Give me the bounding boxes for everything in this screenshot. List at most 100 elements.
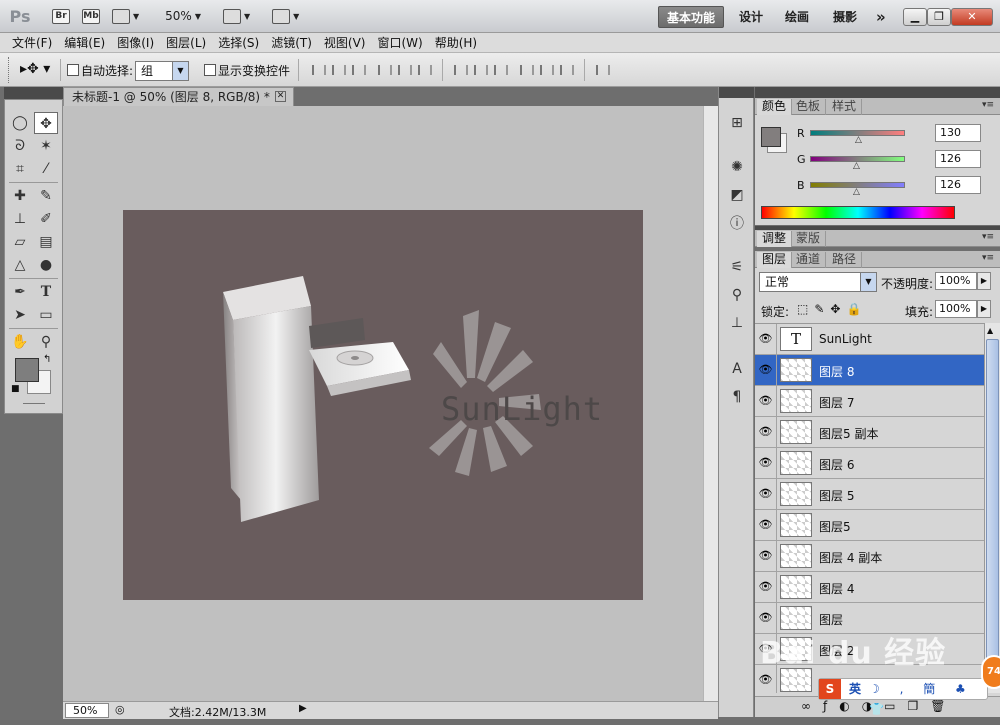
move-tool-preset-icon[interactable]: ▸✥ ▾ bbox=[20, 61, 50, 77]
ime-language-label[interactable]: 英 bbox=[849, 679, 861, 699]
panel-menu-icon[interactable]: ▾≡ bbox=[982, 253, 994, 263]
chevron-down-icon[interactable]: ▼ bbox=[133, 12, 139, 21]
distribute-hcenter-icon[interactable] bbox=[540, 65, 554, 75]
ime-toolbar[interactable]: S 英 ☽ , 簡 ♣ 👕 bbox=[818, 678, 988, 716]
document-tab[interactable]: 未标题-1 @ 50% (图层 8, RGB/8) * ✕ bbox=[63, 87, 294, 106]
menu-file[interactable]: 文件(F) bbox=[12, 34, 52, 51]
blur-tool-icon[interactable]: △ bbox=[8, 254, 32, 276]
visibility-eye-icon[interactable]: 👁 bbox=[755, 355, 777, 385]
crop-tool-icon[interactable]: ⌗ bbox=[8, 158, 32, 180]
menu-help[interactable]: 帮助(H) bbox=[435, 34, 477, 51]
visibility-eye-icon[interactable]: 👁 bbox=[755, 572, 777, 602]
layer-row[interactable]: 👁 T SunLight bbox=[755, 324, 984, 355]
zoom-tool-icon[interactable]: ⚲ bbox=[34, 331, 58, 353]
document-canvas[interactable]: SunLight bbox=[123, 210, 643, 600]
menu-view[interactable]: 视图(V) bbox=[324, 34, 366, 51]
workspace-design[interactable]: 设计 bbox=[731, 6, 771, 28]
visibility-eye-icon[interactable]: 👁 bbox=[755, 324, 777, 354]
minimize-button[interactable]: ▁ bbox=[903, 8, 927, 26]
zoom-level[interactable]: 50% bbox=[165, 9, 192, 23]
foreground-color-swatch[interactable] bbox=[15, 358, 39, 382]
visibility-eye-icon[interactable]: 👁 bbox=[755, 510, 777, 540]
history-brush-tool-icon[interactable]: ✐ bbox=[34, 208, 58, 230]
info-panel-icon[interactable]: ⓘ bbox=[727, 214, 747, 234]
pen-tool-icon[interactable]: ✒ bbox=[8, 281, 32, 303]
lock-buttons-icon[interactable]: ⬚✎✥🔒 bbox=[797, 302, 867, 316]
menu-window[interactable]: 窗口(W) bbox=[377, 34, 422, 51]
fill-slider-arrow-icon[interactable]: ▶ bbox=[977, 300, 991, 318]
tab-channels[interactable]: 通道 bbox=[791, 252, 827, 268]
navigator-panel-icon[interactable]: ✺ bbox=[727, 157, 747, 177]
tab-adjustments[interactable]: 调整 bbox=[757, 231, 793, 247]
clone-stamp-tool-icon[interactable]: ⊥ bbox=[8, 208, 32, 230]
brushes-panel-icon[interactable]: ⚟ bbox=[727, 257, 747, 277]
visibility-eye-icon[interactable]: 👁 bbox=[755, 541, 777, 571]
auto-align-icon[interactable] bbox=[596, 65, 610, 75]
align-right-icon[interactable] bbox=[418, 65, 432, 75]
status-menu-arrow-icon[interactable]: ▶ bbox=[299, 703, 307, 714]
layer-row[interactable]: 👁 图层 7 bbox=[755, 386, 984, 417]
bridge-button[interactable]: Br bbox=[52, 8, 70, 24]
tool-presets-panel-icon[interactable]: ⚲ bbox=[727, 285, 747, 305]
menu-select[interactable]: 选择(S) bbox=[218, 34, 259, 51]
menu-filter[interactable]: 滤镜(T) bbox=[271, 34, 312, 51]
default-colors-icon[interactable]: ■ bbox=[11, 384, 20, 394]
blend-mode-dropdown[interactable]: 正常 ▼ bbox=[759, 272, 877, 292]
tab-masks[interactable]: 蒙版 bbox=[791, 231, 827, 247]
fill-input[interactable]: 100% bbox=[935, 300, 977, 318]
rectangle-tool-icon[interactable]: ▭ bbox=[34, 304, 58, 326]
visibility-eye-icon[interactable]: 👁 bbox=[755, 417, 777, 447]
close-button[interactable]: ✕ bbox=[951, 8, 993, 26]
workspace-essentials[interactable]: 基本功能 bbox=[658, 6, 725, 28]
opacity-slider-arrow-icon[interactable]: ▶ bbox=[977, 272, 991, 290]
dodge-tool-icon[interactable]: ● bbox=[34, 254, 58, 276]
opacity-input[interactable]: 100% bbox=[935, 272, 977, 290]
marquee-tool-icon[interactable]: ◯ bbox=[8, 112, 32, 134]
visibility-eye-icon[interactable]: 👁 bbox=[755, 479, 777, 509]
distribute-vcenter-icon[interactable] bbox=[474, 65, 488, 75]
arrange-documents-icon[interactable] bbox=[222, 8, 241, 24]
color-spectrum-bar[interactable] bbox=[761, 206, 955, 219]
quick-mask-icon[interactable] bbox=[23, 403, 45, 404]
eyedropper-tool-icon[interactable]: ⁄ bbox=[34, 158, 58, 180]
layers-scrollbar[interactable]: ▲ bbox=[984, 323, 1000, 693]
eraser-tool-icon[interactable]: ▱ bbox=[8, 231, 32, 253]
color-panel-header[interactable] bbox=[755, 87, 1000, 98]
distribute-left-icon[interactable] bbox=[520, 65, 534, 75]
r-slider-thumb[interactable]: △ bbox=[855, 135, 862, 145]
status-zoom-input[interactable]: 50% bbox=[65, 703, 109, 718]
r-value[interactable]: 130 bbox=[935, 124, 981, 142]
show-transform-checkbox[interactable] bbox=[204, 64, 216, 76]
more-workspaces-button[interactable]: » bbox=[868, 6, 894, 28]
maximize-button[interactable]: ❐ bbox=[927, 8, 951, 26]
ime-tools-icons[interactable]: ☽ , 簡 ♣ 👕 bbox=[869, 679, 987, 719]
strip-header[interactable] bbox=[719, 87, 754, 98]
magic-wand-tool-icon[interactable]: ✶ bbox=[34, 135, 58, 157]
align-top-icon[interactable] bbox=[312, 65, 326, 75]
notification-badge[interactable]: 74 bbox=[981, 655, 1000, 689]
canvas-vertical-scrollbar[interactable] bbox=[703, 106, 718, 701]
toolbox-header[interactable] bbox=[4, 87, 63, 99]
clone-source-panel-icon[interactable]: ⊥ bbox=[727, 313, 747, 333]
layer-row[interactable]: 👁 图层5 bbox=[755, 510, 984, 541]
visibility-eye-icon[interactable]: 👁 bbox=[755, 448, 777, 478]
align-hcenter-icon[interactable] bbox=[398, 65, 412, 75]
color-fg-swatch[interactable] bbox=[761, 127, 781, 147]
g-slider-thumb[interactable]: △ bbox=[853, 161, 860, 171]
swap-colors-icon[interactable]: ↰ bbox=[43, 354, 51, 365]
align-left-icon[interactable] bbox=[378, 65, 392, 75]
screen-mode-icon[interactable] bbox=[272, 8, 291, 24]
paragraph-panel-icon[interactable]: ¶ bbox=[727, 387, 747, 407]
move-tool-icon[interactable]: ✥ bbox=[34, 112, 58, 134]
panel-menu-icon[interactable]: ▾≡ bbox=[982, 232, 994, 242]
layer-row[interactable]: 👁 图层 4 bbox=[755, 572, 984, 603]
layer-row-selected[interactable]: 👁 图层 8 bbox=[755, 355, 984, 386]
layer-row[interactable]: 👁 图层5 副本 bbox=[755, 417, 984, 448]
panel-menu-icon[interactable]: ▾≡ bbox=[982, 100, 994, 110]
auto-select-checkbox[interactable] bbox=[67, 64, 79, 76]
g-value[interactable]: 126 bbox=[935, 150, 981, 168]
type-tool-icon[interactable]: T bbox=[34, 281, 58, 303]
menu-layer[interactable]: 图层(L) bbox=[166, 34, 206, 51]
canvas-workspace[interactable]: SunLight bbox=[63, 106, 718, 701]
auto-select-dropdown[interactable]: 组 ▼ bbox=[135, 61, 189, 81]
